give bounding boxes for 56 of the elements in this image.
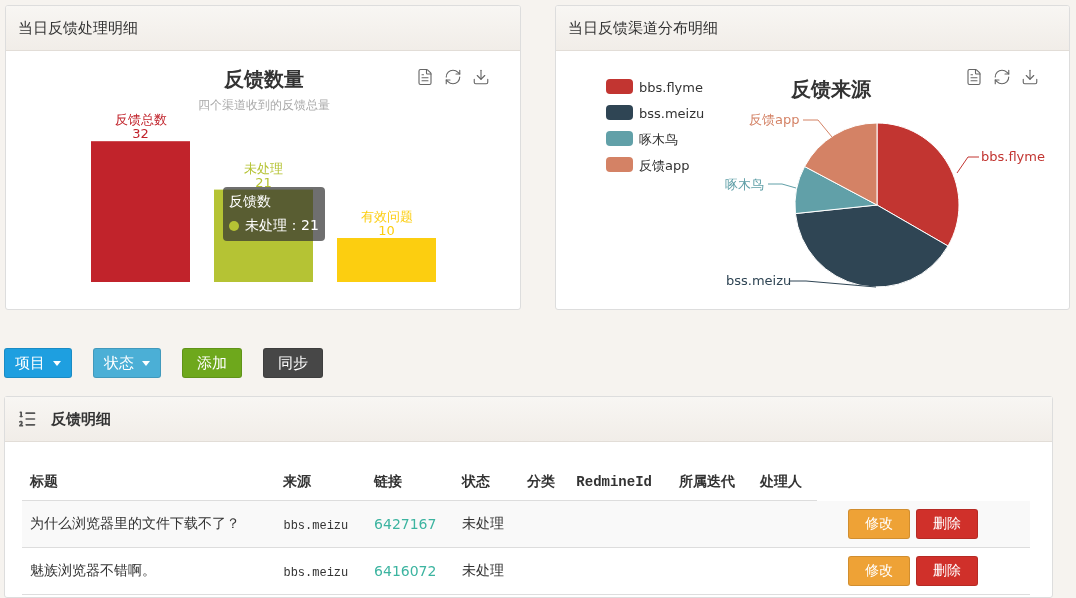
slice-label: 反馈app xyxy=(748,112,799,127)
legend-label: 反馈app xyxy=(638,158,689,173)
dropdown-button[interactable]: 状态 xyxy=(93,348,161,378)
leader-line xyxy=(767,183,796,189)
bar-value: 32 xyxy=(132,126,149,142)
panel-title: 当日反馈处理明细 xyxy=(18,18,138,38)
legend-label: bss.meizu xyxy=(638,106,704,121)
delete-button[interactable]: 删除 xyxy=(916,556,978,586)
table-cell: 为什么浏览器里的文件下载不了？ xyxy=(30,515,240,531)
tooltip-value: 未处理：21 xyxy=(245,217,319,235)
column-header: 分类 xyxy=(519,464,569,501)
column-header: 标题 xyxy=(22,464,276,501)
leader-line xyxy=(956,156,979,174)
panel-title: 反馈明细 xyxy=(51,409,111,429)
chart-title: 反馈数量 xyxy=(224,67,304,91)
column-header: RedmineId xyxy=(568,464,672,501)
column-header: 所属迭代 xyxy=(671,464,752,501)
refresh-icon[interactable] xyxy=(443,68,462,86)
download-icon[interactable] xyxy=(471,68,490,86)
column-header: 链接 xyxy=(366,464,454,501)
column-header: 来源 xyxy=(275,464,367,501)
slice-label: 啄木鸟 xyxy=(724,177,764,192)
leader-line xyxy=(802,119,832,138)
panel-title: 当日反馈渠道分布明细 xyxy=(567,18,718,38)
refresh-icon[interactable] xyxy=(993,68,1011,86)
bar-label: 反馈总数 xyxy=(114,112,167,128)
column-header: 状态 xyxy=(453,464,519,501)
document-icon[interactable] xyxy=(415,68,434,86)
link[interactable]: 6416072 xyxy=(374,563,437,579)
slice-label: bbs.flyme xyxy=(980,149,1045,164)
delete-button[interactable]: 删除 xyxy=(916,508,978,539)
action-button[interactable]: 同步 xyxy=(263,348,323,378)
bar-value: 10 xyxy=(378,223,395,238)
table-cell: bbs.meizu xyxy=(283,565,349,580)
download-icon[interactable] xyxy=(1021,68,1039,86)
table-cell: bbs.meizu xyxy=(283,518,349,533)
table-cell: 未处理 xyxy=(461,562,504,578)
column-header: 处理人 xyxy=(751,464,817,501)
edit-button[interactable]: 修改 xyxy=(848,508,910,539)
table-cell: 未处理 xyxy=(461,515,504,531)
edit-button[interactable]: 修改 xyxy=(848,556,910,586)
bar-label: 未处理 xyxy=(244,160,283,176)
chart-title: 反馈来源 xyxy=(790,77,871,101)
table-cell: 魅族浏览器不错啊。 xyxy=(30,562,156,578)
bar-label: 有效问题 xyxy=(360,209,413,224)
legend-label: bbs.flyme xyxy=(638,80,703,95)
link[interactable]: 6427167 xyxy=(374,516,437,532)
slice-label: bss.meizu xyxy=(725,273,791,288)
chart-subtitle: 四个渠道收到的反馈总量 xyxy=(198,98,330,112)
list-icon xyxy=(17,409,37,429)
legend-label: 啄木鸟 xyxy=(638,132,678,147)
action-button[interactable]: 添加 xyxy=(182,348,242,378)
tooltip-title: 反馈数 xyxy=(229,193,272,211)
document-icon[interactable] xyxy=(965,68,983,86)
dropdown-button[interactable]: 项目 xyxy=(4,348,72,378)
bar-value: 21 xyxy=(255,174,272,190)
